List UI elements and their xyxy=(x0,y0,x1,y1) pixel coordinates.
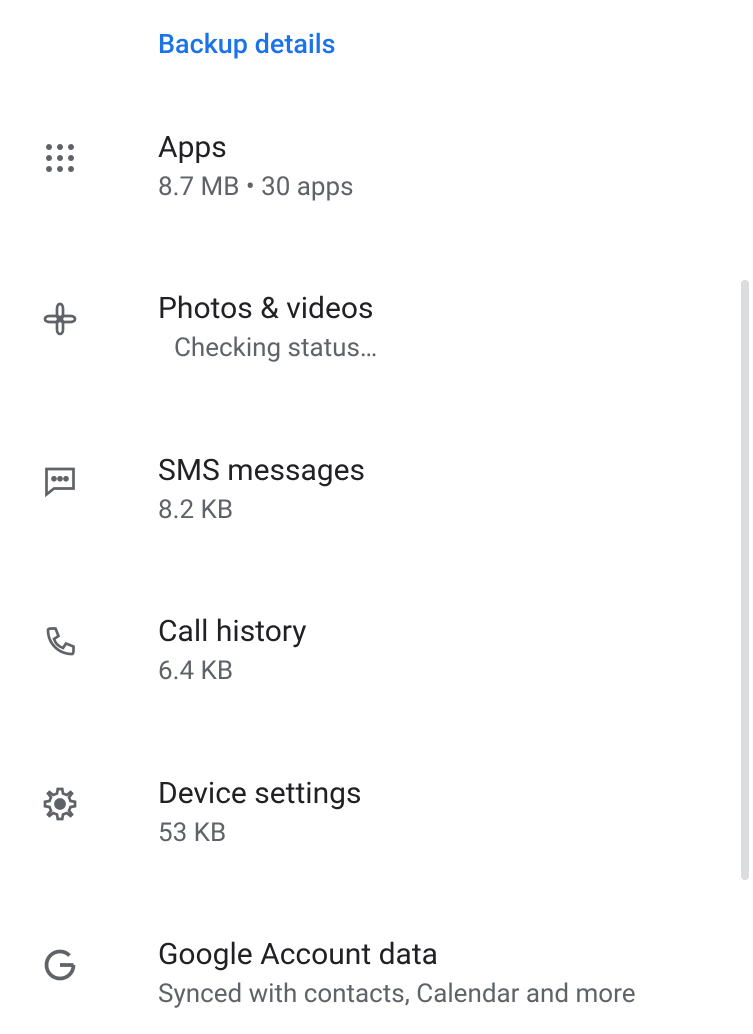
item-subtitle: Checking status… xyxy=(158,330,753,366)
section-header: Backup details xyxy=(0,0,753,60)
item-title: Device settings xyxy=(158,776,753,811)
item-subtitle: 53 KB xyxy=(158,815,753,851)
item-subtitle: 8.7 MB • 30 apps xyxy=(158,169,753,205)
list-item-call-history[interactable]: Call history 6.4 KB xyxy=(0,592,753,711)
item-title: Google Account data xyxy=(158,937,753,972)
item-title: Call history xyxy=(158,614,753,649)
item-title: SMS messages xyxy=(158,453,753,488)
list-item-sms-messages[interactable]: SMS messages 8.2 KB xyxy=(0,431,753,550)
list-item-device-settings[interactable]: Device settings 53 KB xyxy=(0,754,753,873)
sms-icon xyxy=(36,457,84,505)
phone-icon xyxy=(36,618,84,666)
item-title: Apps xyxy=(158,130,753,165)
list-item-apps[interactable]: Apps 8.7 MB • 30 apps xyxy=(0,108,753,227)
scrollbar[interactable] xyxy=(741,280,749,880)
photos-icon xyxy=(36,295,84,343)
apps-icon xyxy=(36,134,84,182)
google-icon xyxy=(36,941,84,989)
item-title: Photos & videos xyxy=(158,291,753,326)
list-item-photos-videos[interactable]: Photos & videos Checking status… xyxy=(0,269,753,388)
gear-icon xyxy=(36,780,84,828)
item-subtitle: 6.4 KB xyxy=(158,653,753,689)
item-subtitle: 8.2 KB xyxy=(158,492,753,528)
item-subtitle: Synced with contacts, Calendar and more xyxy=(158,976,753,1012)
list-item-google-account-data[interactable]: Google Account data Synced with contacts… xyxy=(0,915,753,1034)
